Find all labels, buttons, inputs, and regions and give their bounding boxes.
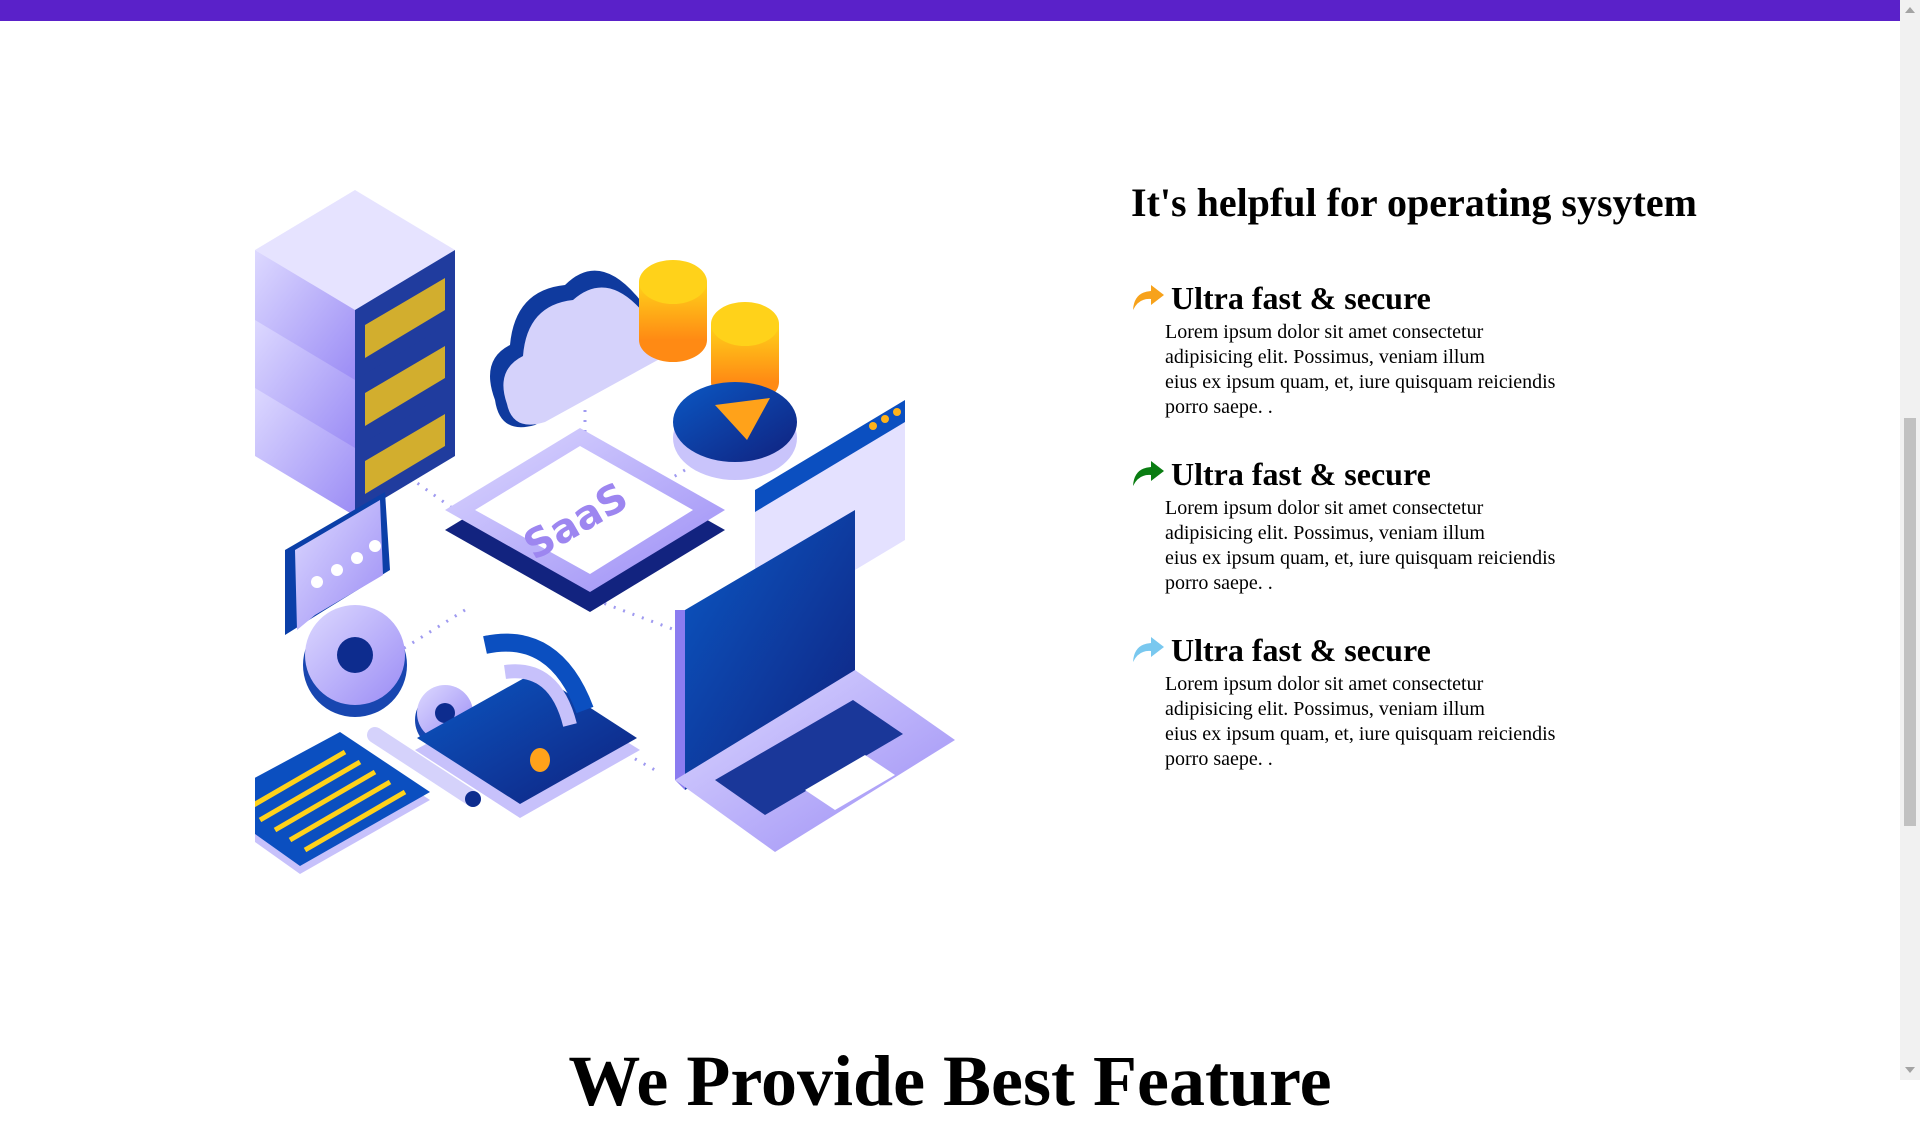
scroll-up-arrow-icon[interactable] (1905, 7, 1915, 13)
scroll-down-arrow-icon[interactable] (1905, 1067, 1915, 1073)
feature-item: Ultra fast & secure Lorem ipsum dolor sit… (1131, 630, 1771, 772)
features-section: It's helpful for operating sysytem Ultra… (1131, 178, 1771, 770)
share-arrow-icon (1133, 637, 1164, 662)
feature-item: Ultra fast & secure Lorem ipsum dolor sit… (1131, 278, 1771, 420)
feature-description-line: adipisicing elit. Possimus, veniam illum (1165, 698, 1485, 720)
coins-icon (639, 260, 779, 404)
feature-description-line: adipisicing elit. Possimus, veniam illum (1165, 522, 1485, 544)
section-title: It's helpful for operating sysytem (1131, 180, 1697, 225)
feature-description: Lorem ipsum dolor sit amet consectetur ad… (1165, 672, 1605, 772)
feature-description-line: Lorem ipsum dolor sit amet consectetur (1165, 321, 1484, 343)
feature-heading: Ultra fast & secure (1131, 630, 1771, 670)
feature-title: Ultra fast & secure (1171, 631, 1431, 668)
feature-description: Lorem ipsum dolor sit amet consectetur ad… (1165, 320, 1605, 420)
laptop-icon (675, 510, 955, 852)
feature-item: Ultra fast & secure Lorem ipsum dolor sit… (1131, 454, 1771, 596)
feature-heading: Ultra fast & secure (1131, 278, 1771, 318)
server-stack-icon (255, 190, 455, 516)
top-nav-bar (0, 0, 1900, 21)
feature-description-line: Lorem ipsum dolor sit amet consectetur (1165, 673, 1484, 695)
feature-description-line: adipisicing elit. Possimus, veniam illum (1165, 346, 1485, 368)
feature-description: Lorem ipsum dolor sit amet consectetur ad… (1165, 496, 1605, 596)
feature-heading: Ultra fast & secure (1131, 454, 1771, 494)
scrollbar-thumb[interactable] (1904, 418, 1916, 826)
feature-title: Ultra fast & secure (1171, 279, 1431, 316)
feature-description-line: porro saepe. . (1165, 396, 1273, 418)
vertical-scrollbar[interactable] (1900, 0, 1920, 1080)
feature-description-line: porro saepe. . (1165, 572, 1273, 594)
share-arrow-icon (1133, 285, 1164, 310)
bottom-heading: We Provide Best Feature (568, 1041, 1332, 1121)
saas-illustration: SaaS (255, 190, 955, 874)
feature-description-line: porro saepe. . (1165, 748, 1273, 770)
feature-description-line: Lorem ipsum dolor sit amet consectetur (1165, 497, 1484, 519)
share-arrow-icon (1133, 461, 1164, 486)
feature-title: Ultra fast & secure (1171, 455, 1431, 492)
feature-description-line: eius ex ipsum quam, et, iure quisquam re… (1165, 371, 1556, 393)
play-button-icon (673, 382, 797, 480)
feature-description-line: eius ex ipsum quam, et, iure quisquam re… (1165, 723, 1556, 745)
feature-description-line: eius ex ipsum quam, et, iure quisquam re… (1165, 547, 1556, 569)
